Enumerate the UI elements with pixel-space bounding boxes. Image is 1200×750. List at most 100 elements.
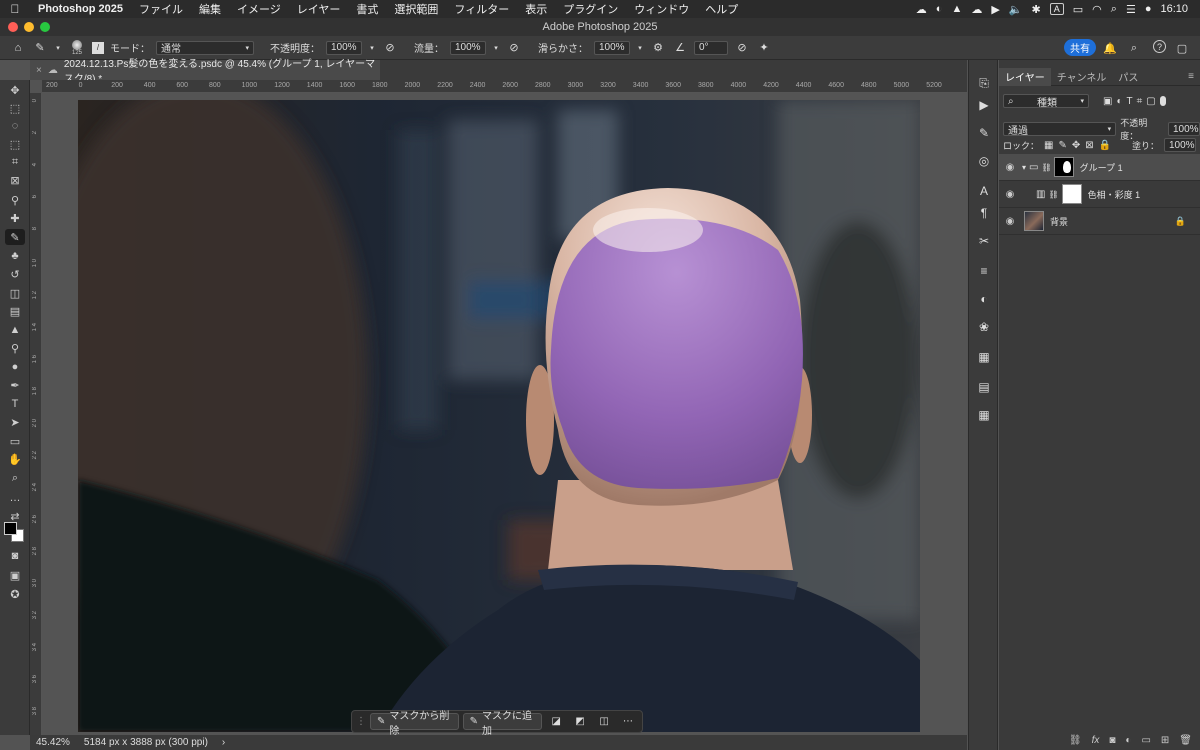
chevron-down-icon[interactable]: ▾ xyxy=(54,40,62,56)
chevron-down-icon[interactable]: ▾ xyxy=(1022,163,1026,172)
tools-panel-icon[interactable]: ✂ xyxy=(974,232,994,250)
visibility-eye-icon[interactable]: ◉ xyxy=(1002,216,1018,227)
apple-icon[interactable]:  xyxy=(0,2,30,16)
battery-icon[interactable]: ▭ xyxy=(1073,3,1083,16)
smudge-tool-icon[interactable]: ● xyxy=(5,359,25,375)
lock-all-icon[interactable]: 🔒 xyxy=(1099,140,1111,151)
shape-tool-icon[interactable]: ▭ xyxy=(5,433,25,449)
creative-cloud-icon[interactable]: ☁ xyxy=(916,3,927,16)
share-button[interactable]: 共有 xyxy=(1064,39,1096,56)
search-icon[interactable]: ⌕ xyxy=(1126,40,1142,56)
foreground-color-swatch[interactable] xyxy=(4,522,17,535)
vlc-icon[interactable]: ▲ xyxy=(951,3,962,15)
trash-icon[interactable]: 🗑 xyxy=(1179,735,1192,746)
close-window-button[interactable] xyxy=(8,22,18,32)
layer-row-background[interactable]: ◉ 背景 🔒 xyxy=(999,208,1200,235)
eyedropper-tool-icon[interactable]: ⚲ xyxy=(5,192,25,208)
brush-settings-panel-icon[interactable]: ✎ xyxy=(974,124,994,142)
crop-tool-icon[interactable]: ⌗ xyxy=(5,154,25,170)
volume-icon[interactable]: 🔈 xyxy=(1009,3,1023,16)
quick-mask-icon[interactable]: ◙ xyxy=(5,548,25,564)
menu-help[interactable]: ヘルプ xyxy=(697,1,746,17)
menu-image[interactable]: イメージ xyxy=(229,1,289,17)
play-icon[interactable]: ▶ xyxy=(991,3,999,16)
zoom-tool-icon[interactable]: ⌕ xyxy=(5,470,25,486)
lasso-tool-icon[interactable]: ◌ xyxy=(5,118,25,134)
add-to-mask-button[interactable]: ✎ マスクに追加 xyxy=(462,711,543,737)
pen-tool-icon[interactable]: ✒ xyxy=(5,377,25,393)
tab-layers[interactable]: レイヤー xyxy=(999,67,1051,86)
filter-adjust-icon[interactable]: ◐ xyxy=(1116,96,1122,107)
healing-brush-tool-icon[interactable]: ✚ xyxy=(5,210,25,226)
fill-field[interactable]: 100% xyxy=(1164,138,1196,152)
icloud-icon[interactable]: ☁ xyxy=(971,3,982,16)
bell-icon[interactable]: 🔔 xyxy=(1102,40,1118,56)
frame-tool-icon[interactable]: ⊠ xyxy=(5,172,25,188)
history-panel-icon[interactable]: ⎘ xyxy=(974,74,994,92)
zoom-window-button[interactable] xyxy=(40,22,50,32)
menu-edit[interactable]: 編集 xyxy=(191,1,229,17)
filter-pixel-icon[interactable]: ▣ xyxy=(1103,96,1112,107)
move-tool-icon[interactable]: ✥ xyxy=(5,82,25,98)
mode-select[interactable]: 通常 ▾ xyxy=(156,40,254,55)
group-mask-thumbnail[interactable] xyxy=(1053,157,1074,177)
menu-type[interactable]: 書式 xyxy=(348,1,386,17)
pressure-opacity-icon[interactable]: ⊘ xyxy=(382,40,398,56)
gradients-panel-icon[interactable]: ▤ xyxy=(974,378,994,396)
patterns-panel-icon[interactable]: ▦ xyxy=(974,406,994,424)
chevron-down-icon[interactable]: ▾ xyxy=(492,40,500,56)
properties-panel-icon[interactable]: ≡ xyxy=(974,262,994,280)
brush-tool-icon[interactable]: ✎ xyxy=(32,40,48,56)
mask-refine-icon[interactable]: ◫ xyxy=(594,713,614,730)
new-group-icon[interactable]: ▭ xyxy=(1141,735,1150,746)
new-adjustment-icon[interactable]: ◐ xyxy=(1125,735,1131,746)
workspace-icon[interactable]: ▢ xyxy=(1174,40,1190,56)
brush-tool-icon[interactable]: ✎ xyxy=(5,229,25,245)
subtract-from-mask-button[interactable]: ✎ マスクから削除 xyxy=(370,711,459,737)
tab-channels[interactable]: チャンネル xyxy=(1051,68,1113,86)
actions-panel-icon[interactable]: ▶ xyxy=(974,96,994,114)
layer-row-group[interactable]: ◉ ▾ ▭ ⛓ グループ 1 xyxy=(999,154,1200,181)
mask-select-icon[interactable]: ◪ xyxy=(546,713,566,730)
smoothing-field[interactable]: 100% xyxy=(594,40,630,55)
chevron-down-icon[interactable]: ▾ xyxy=(368,40,376,56)
filter-type-icon[interactable]: T xyxy=(1127,96,1133,107)
layer-opacity-field[interactable]: 100% xyxy=(1168,122,1200,136)
menu-plugins[interactable]: プラグイン xyxy=(555,1,626,17)
lock-transparent-icon[interactable]: ▦ xyxy=(1044,140,1053,151)
zoom-level[interactable]: 45.42% xyxy=(36,737,70,748)
sync-icon[interactable]: ◐ xyxy=(936,3,943,15)
menu-layer[interactable]: レイヤー xyxy=(289,1,349,17)
more-options-icon[interactable]: ⋯ xyxy=(618,713,638,730)
filter-shape-icon[interactable]: ⌗ xyxy=(1137,96,1143,107)
type-tool-icon[interactable]: T xyxy=(5,396,25,412)
flow-field[interactable]: 100% xyxy=(450,40,486,55)
clone-source-icon[interactable]: ◎ xyxy=(974,152,994,170)
canvas-area[interactable] xyxy=(42,93,967,735)
menu-file[interactable]: ファイル xyxy=(131,1,191,17)
hand-tool-icon[interactable]: ✋ xyxy=(5,451,25,467)
tab-paths[interactable]: パス xyxy=(1112,68,1144,86)
bluetooth-icon[interactable]: ✱ xyxy=(1032,3,1041,16)
adjustment-mask-thumbnail[interactable] xyxy=(1061,184,1082,204)
document-canvas[interactable] xyxy=(78,100,920,732)
gear-icon[interactable]: ⚙ xyxy=(650,40,666,56)
screen-mode-icon[interactable]: ▣ xyxy=(5,567,25,583)
add-mask-icon[interactable]: ◙ xyxy=(1109,735,1115,746)
new-layer-icon[interactable]: ⊞ xyxy=(1161,735,1169,746)
siri-icon[interactable]: ● xyxy=(1145,3,1152,15)
layer-filter-select[interactable]: ⌕ 種類 ▾ xyxy=(1003,94,1089,109)
visibility-eye-icon[interactable]: ◉ xyxy=(1002,189,1018,200)
character-panel-icon[interactable]: A xyxy=(974,182,994,200)
input-mode-indicator[interactable]: A xyxy=(1049,3,1064,15)
object-select-tool-icon[interactable]: ⬚ xyxy=(5,136,25,152)
control-center-icon[interactable]: ☰ xyxy=(1126,3,1136,16)
document-tab[interactable]: × ☁ 2024.12.13.Ps髪の色を変える.psdc @ 45.4% (グ… xyxy=(30,59,380,85)
adjustments-panel-icon[interactable]: ◐ xyxy=(974,290,994,308)
spotlight-icon[interactable]: ⌕ xyxy=(1111,3,1117,16)
wifi-icon[interactable]: ◠ xyxy=(1092,3,1102,16)
angle-field[interactable]: 0° xyxy=(694,40,728,55)
path-select-tool-icon[interactable]: ➤ xyxy=(5,414,25,430)
chevron-right-icon[interactable]: › xyxy=(222,737,225,748)
blend-mode-select[interactable]: 通過 ▾ xyxy=(1003,122,1117,137)
